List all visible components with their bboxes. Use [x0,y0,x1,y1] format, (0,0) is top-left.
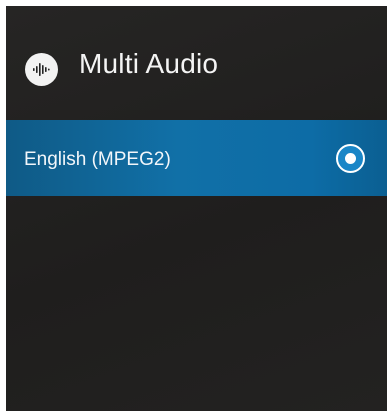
audio-option-label: English (MPEG2) [24,149,171,170]
multi-audio-dialog: Multi Audio English (MPEG2) [6,6,387,411]
audio-waveform-icon-glyph [33,63,50,76]
dialog-title: Multi Audio [79,48,219,79]
dialog-header: Multi Audio [6,6,387,120]
radio-selected[interactable] [336,144,365,173]
audio-waveform-icon [25,53,58,86]
radio-dot [345,153,356,164]
audio-option-english[interactable]: English (MPEG2) [6,120,387,196]
